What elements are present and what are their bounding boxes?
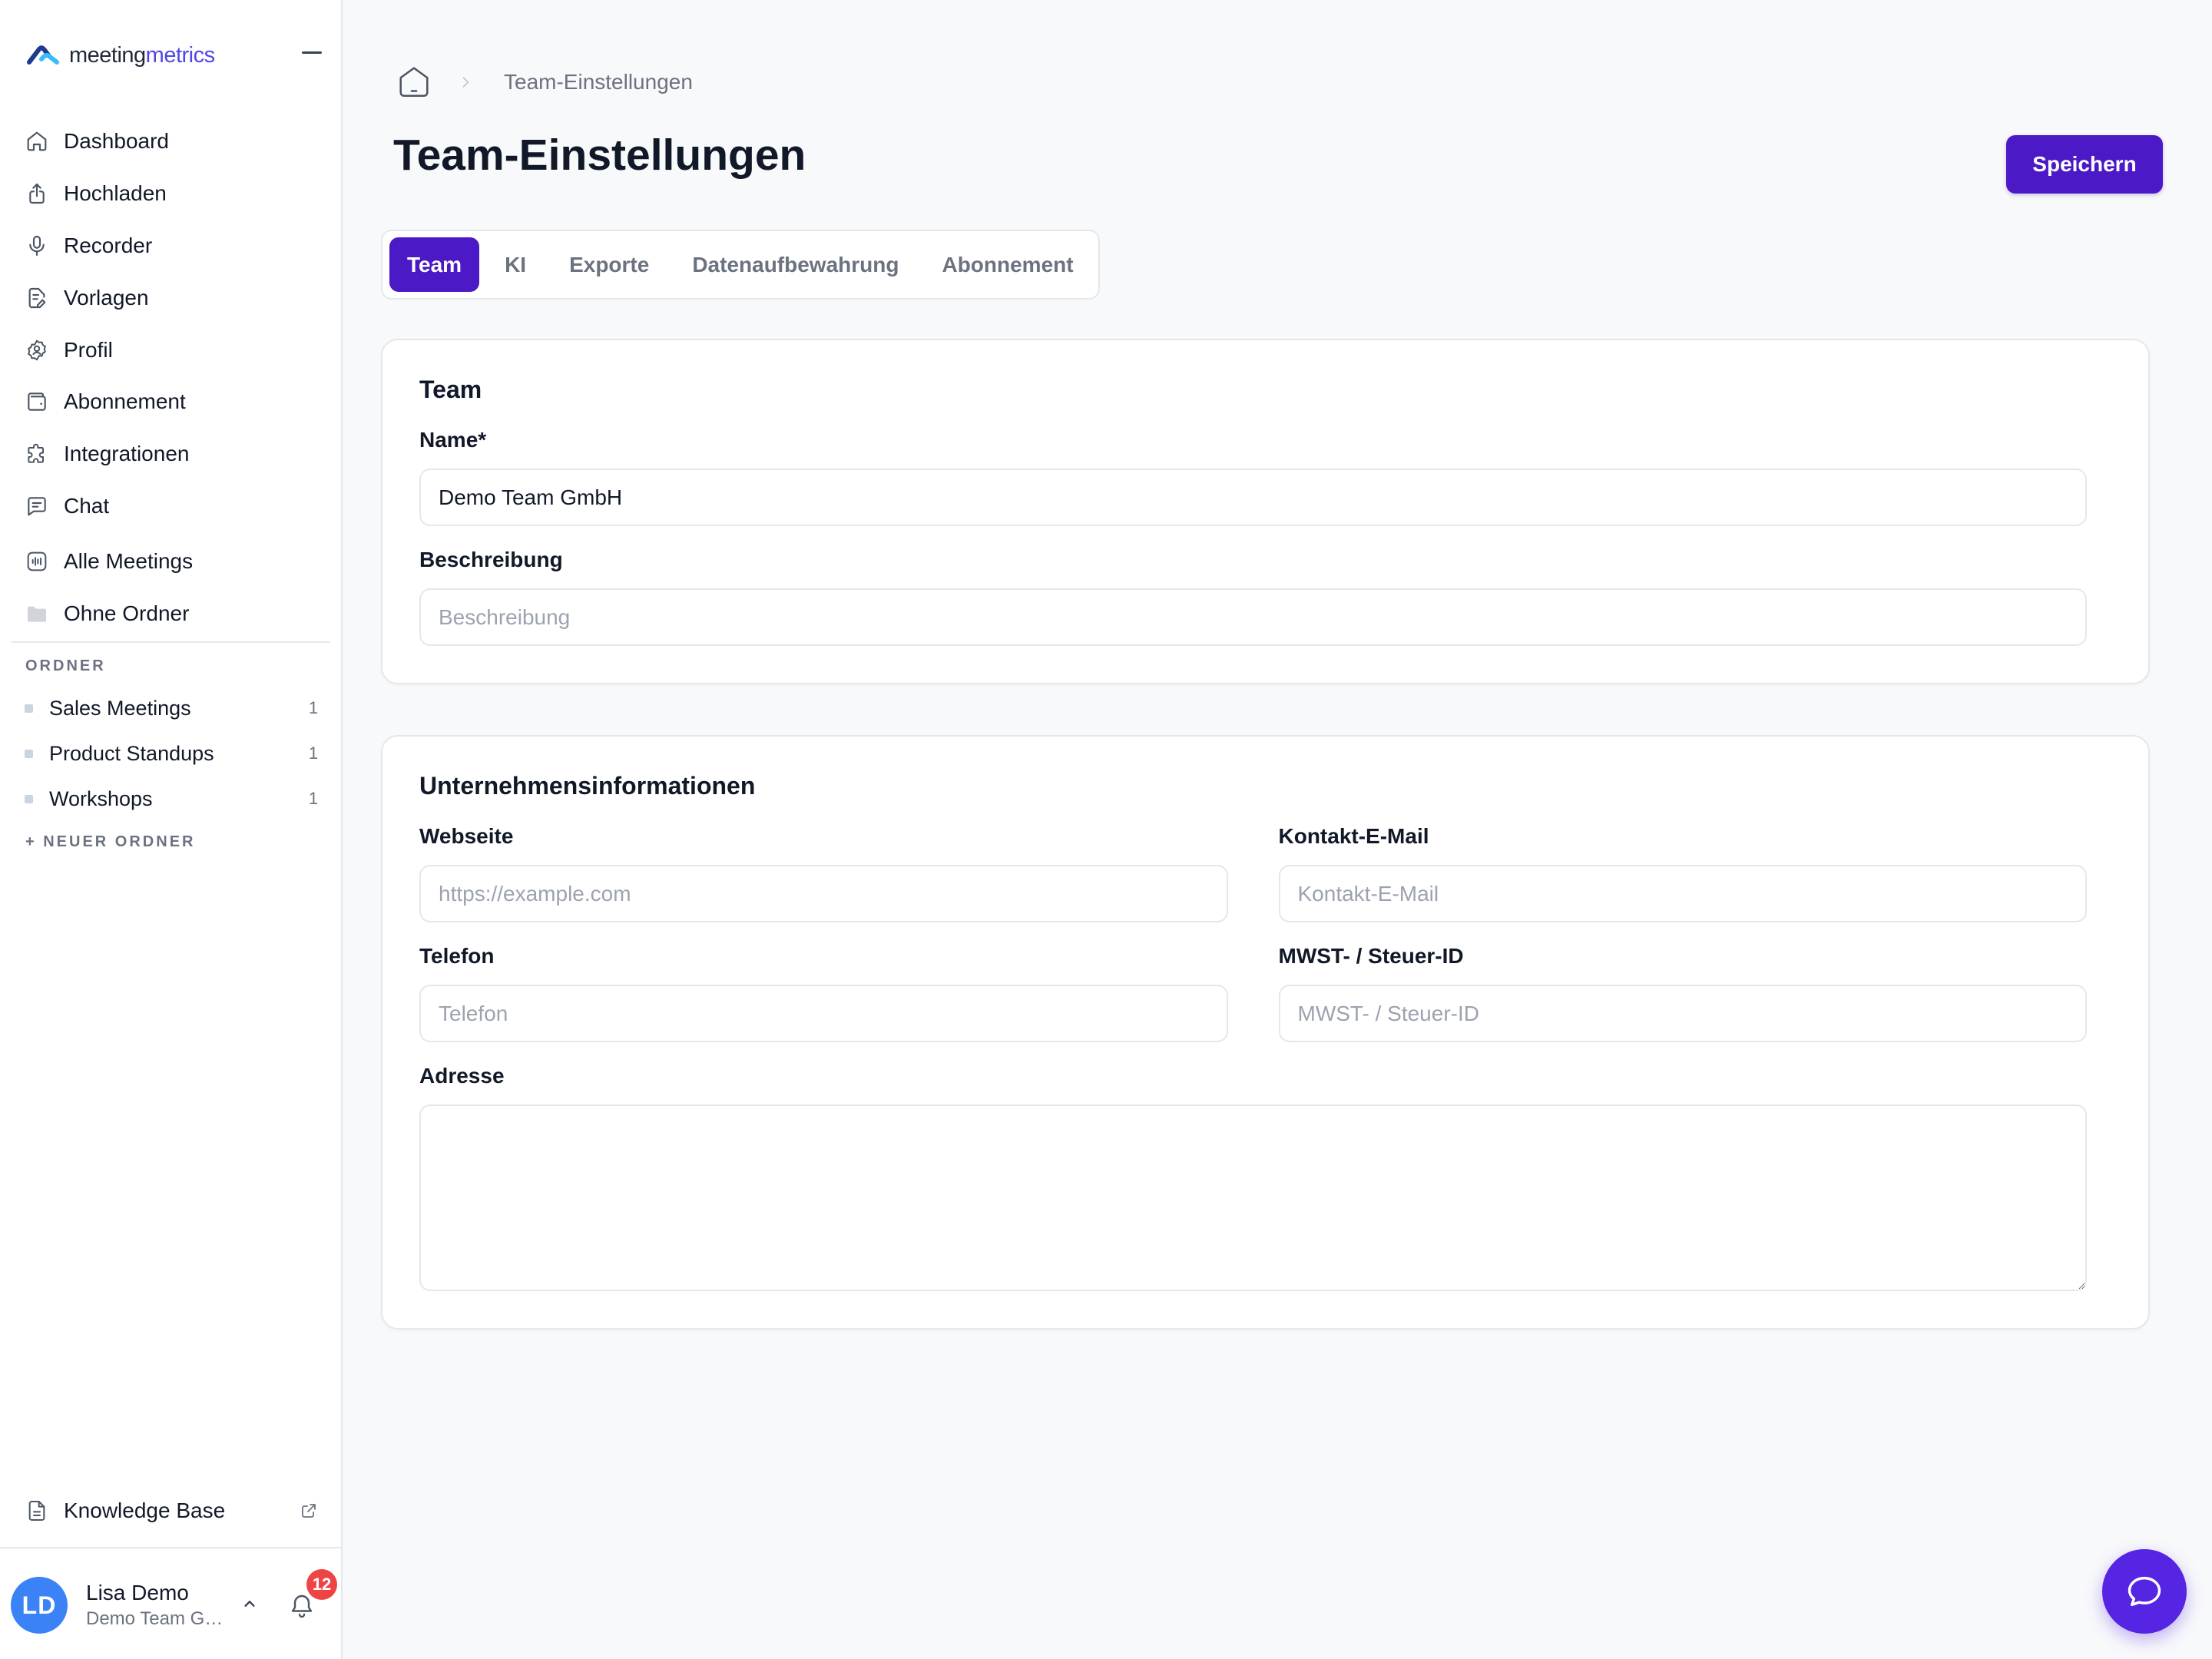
nav-item-integrations[interactable]: Integrationen: [25, 431, 323, 477]
template-icon: [25, 286, 49, 310]
tab-subscription[interactable]: Abonnement: [924, 237, 1091, 292]
folder-item-workshops[interactable]: Workshops 1: [25, 780, 323, 818]
nav-item-no-folder[interactable]: Ohne Ordner: [25, 591, 323, 637]
folder-color-dot: [25, 704, 33, 713]
support-chat-button[interactable]: [2102, 1549, 2187, 1634]
puzzle-icon: [25, 442, 49, 466]
minimize-icon: [302, 51, 322, 54]
nav-item-all-meetings[interactable]: Alle Meetings: [25, 538, 323, 584]
nav-item-upload[interactable]: Hochladen: [25, 171, 323, 217]
tab-data-retention[interactable]: Datenaufbewahrung: [674, 237, 916, 292]
logo-wordmark: meetingmetrics: [69, 41, 215, 69]
contact-email-input[interactable]: [1278, 865, 2087, 922]
user-menu-toggle[interactable]: [237, 1591, 262, 1616]
microphone-icon: [25, 233, 49, 258]
address-label: Adresse: [419, 1064, 505, 1088]
company-info-row: Telefon MWST- / Steuer-ID: [419, 922, 2087, 1042]
page-title: Team-Einstellungen: [393, 131, 806, 180]
folders-heading: ORDNER: [25, 657, 106, 674]
nav-item-label: Abonnement: [64, 389, 186, 413]
avatar[interactable]: LD: [11, 1577, 68, 1634]
phone-input[interactable]: [419, 985, 1228, 1042]
chat-icon: [25, 494, 49, 518]
address-textarea[interactable]: [419, 1104, 2087, 1291]
folder-label: Sales Meetings: [49, 696, 191, 720]
nav-item-label: Dashboard: [64, 129, 169, 153]
logo-icon: [25, 43, 61, 66]
folder-color-dot: [25, 749, 33, 758]
waveform-icon: [25, 549, 49, 574]
nav-item-label: Alle Meetings: [64, 549, 194, 573]
breadcrumb-home-icon[interactable]: [395, 63, 433, 101]
phone-label: Telefon: [419, 944, 495, 968]
settings-tabs: Team KI Exporte Datenaufbewahrung Abonne…: [381, 230, 1100, 300]
user-team-name: Demo Team G…: [86, 1608, 224, 1629]
nav-item-dashboard[interactable]: Dashboard: [25, 118, 323, 164]
nav-item-label: Vorlagen: [64, 286, 149, 310]
nav-item-label: Recorder: [64, 233, 153, 257]
nav-item-chat[interactable]: Chat: [25, 483, 323, 529]
tax-id-label: MWST- / Steuer-ID: [1278, 944, 1464, 968]
company-info-heading: Unternehmensinformationen: [419, 772, 756, 800]
nav-item-recorder[interactable]: Recorder: [25, 223, 323, 269]
new-folder-button[interactable]: + NEUER ORDNER: [25, 830, 195, 853]
nav-item-label: Chat: [64, 494, 110, 518]
team-card: Team Name* Beschreibung: [381, 339, 2150, 684]
home-icon: [25, 129, 49, 154]
breadcrumb-current: Team-Einstellungen: [504, 70, 693, 94]
website-label: Webseite: [419, 824, 514, 848]
sidebar-footer-divider: [0, 1547, 341, 1548]
tab-exports[interactable]: Exporte: [551, 237, 667, 292]
folder-meeting-count: 1: [308, 698, 319, 717]
description-label: Beschreibung: [419, 548, 563, 571]
save-button[interactable]: Speichern: [2006, 135, 2163, 194]
folder-label: Workshops: [49, 786, 153, 810]
folder-label: Product Standups: [49, 741, 214, 765]
folder-meeting-count: 1: [308, 789, 319, 808]
logo-text-primary: meeting: [69, 43, 146, 68]
chevron-right-icon: [458, 75, 473, 90]
folder-color-dot: [25, 794, 33, 803]
sidebar-divider: [12, 641, 330, 643]
company-info-card: Unternehmensinformationen Webseite Konta…: [381, 735, 2150, 1330]
user-name: Lisa Demo: [86, 1581, 189, 1604]
knowledge-base-label: Knowledge Base: [64, 1498, 226, 1522]
nav-item-label: Ohne Ordner: [64, 601, 190, 625]
company-info-row: Webseite Kontakt-E-Mail: [419, 803, 2087, 922]
upload-icon: [25, 181, 49, 206]
folder-item-product-standups[interactable]: Product Standups 1: [25, 734, 323, 773]
notification-count-badge: 12: [306, 1569, 337, 1600]
nav-item-label: Hochladen: [64, 181, 167, 205]
tax-id-input[interactable]: [1278, 985, 2087, 1042]
logo-text-accent: metrics: [145, 43, 215, 68]
website-input[interactable]: [419, 865, 1228, 922]
contact-email-label: Kontakt-E-Mail: [1278, 824, 1429, 848]
sidebar: meetingmetrics Dashboard Hochladen Recor…: [0, 0, 343, 1659]
description-input[interactable]: [419, 588, 2087, 646]
nav-item-label: Integrationen: [64, 442, 190, 465]
profile-icon: [25, 338, 49, 363]
chevron-up-icon: [237, 1591, 262, 1616]
wallet-icon: [25, 389, 49, 414]
folder-icon: [25, 601, 49, 626]
nav-item-templates[interactable]: Vorlagen: [25, 275, 323, 321]
folder-meeting-count: 1: [308, 743, 319, 763]
knowledge-base-link[interactable]: Knowledge Base: [25, 1488, 318, 1534]
tab-ki[interactable]: KI: [487, 237, 544, 292]
tab-team[interactable]: Team: [389, 237, 480, 292]
name-label: Name*: [419, 428, 487, 452]
team-card-heading: Team: [419, 376, 482, 403]
document-icon: [25, 1498, 49, 1523]
team-name-input[interactable]: [419, 469, 2087, 526]
collapse-sidebar-button[interactable]: [299, 43, 325, 61]
chat-bubble-icon: [2124, 1571, 2164, 1611]
external-link-icon: [300, 1502, 318, 1520]
nav-item-profile[interactable]: Profil: [25, 327, 323, 373]
folder-item-sales-meetings[interactable]: Sales Meetings 1: [25, 689, 323, 727]
nav-item-subscription[interactable]: Abonnement: [25, 379, 323, 425]
nav-item-label: Profil: [64, 338, 113, 362]
